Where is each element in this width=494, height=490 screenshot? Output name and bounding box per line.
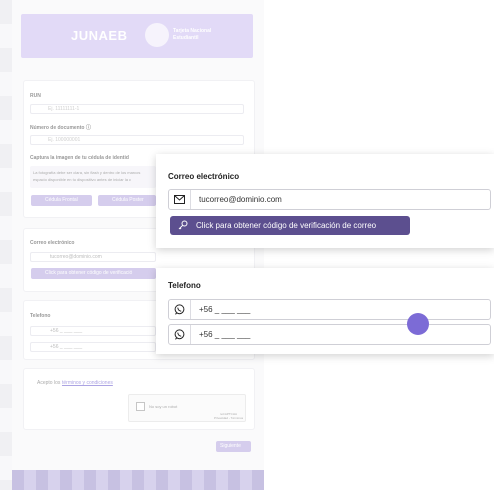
phone-value-1: +56 _ ___ ___	[199, 305, 251, 314]
front-id-button[interactable]: Cédula Frontal	[31, 195, 92, 206]
back-id-button[interactable]: Cédula Poster	[98, 195, 156, 206]
phone-input-2[interactable]: +56 _ ___ ___	[168, 324, 491, 345]
banner-subtitle-line1: Tarjeta Nacional	[173, 28, 212, 34]
envelope-icon	[169, 190, 191, 209]
terms-link[interactable]: términos y condiciones	[62, 380, 113, 386]
bg-phone-value-2: +56 _ ___ ___	[50, 344, 83, 350]
key-icon	[178, 220, 188, 232]
bg-email-label: Correo electrónico	[30, 240, 75, 246]
whatsapp-icon	[169, 300, 191, 319]
run-placeholder: Ej. 11111111-1	[48, 106, 80, 112]
phone-value-2: +56 _ ___ ___	[199, 330, 251, 339]
verify-email-button[interactable]: Click para obtener código de verificació…	[170, 216, 410, 235]
verify-email-label: Click para obtener código de verificació…	[196, 221, 377, 230]
left-decorative-strip	[0, 0, 12, 490]
bg-phone-label: Telefono	[30, 313, 51, 319]
bg-phone-input-2[interactable]	[30, 342, 156, 352]
junaeb-logo: JUNAEB	[71, 28, 128, 43]
screenshot-stage: JUNAEB Tarjeta Nacional Estudiantil RUN …	[0, 0, 494, 490]
junaeb-banner: JUNAEB Tarjeta Nacional Estudiantil	[21, 14, 253, 58]
tne-logo-icon	[145, 23, 169, 47]
capture-hint-line2: espacio disponible en tu dispositivo ant…	[33, 177, 132, 182]
whatsapp-icon	[169, 325, 191, 344]
recaptcha-checkbox[interactable]	[136, 402, 145, 411]
email-input[interactable]: tucorreo@dominio.com	[168, 189, 491, 210]
recaptcha-links: Privacidad - Términos	[214, 416, 244, 420]
capture-hint-line1: La fotografía debe ser clara, sin flash …	[33, 170, 141, 175]
bg-phone-value-1: +56 _ ___ ___	[50, 328, 83, 334]
doc-placeholder: Ej. 100000001	[48, 137, 81, 143]
email-label: Correo electrónico	[168, 172, 240, 181]
capture-label: Captura la imagen de tu cédula de identi…	[30, 155, 129, 161]
cursor-indicator	[407, 313, 429, 335]
next-button[interactable]: Siguiente	[216, 441, 251, 452]
recaptcha-label: No soy un robot	[149, 404, 178, 409]
banner-subtitle-line2: Estudiantil	[173, 35, 199, 41]
bottom-decorative-strip	[12, 470, 264, 490]
terms-prefix: Acepto los	[37, 380, 61, 386]
phone-zoom-panel: Telefono +56 _ ___ ___ +56 _ ___ ___	[156, 268, 494, 354]
bg-email-value: tucorreo@dominio.com	[50, 254, 102, 260]
doc-label: Número de documento ⓘ	[30, 125, 91, 131]
banner-subtitle: Tarjeta Nacional Estudiantil	[173, 28, 211, 42]
run-label: RUN	[30, 93, 41, 99]
bg-phone-input-1[interactable]	[30, 326, 156, 336]
phone-label: Telefono	[168, 281, 201, 290]
email-zoom-panel: Correo electrónico tucorreo@dominio.com …	[156, 154, 494, 248]
email-value: tucorreo@dominio.com	[199, 195, 282, 204]
phone-input-1[interactable]: +56 _ ___ ___	[168, 299, 491, 320]
bg-verify-button[interactable]: Click para obtener código de verificació	[31, 268, 156, 279]
